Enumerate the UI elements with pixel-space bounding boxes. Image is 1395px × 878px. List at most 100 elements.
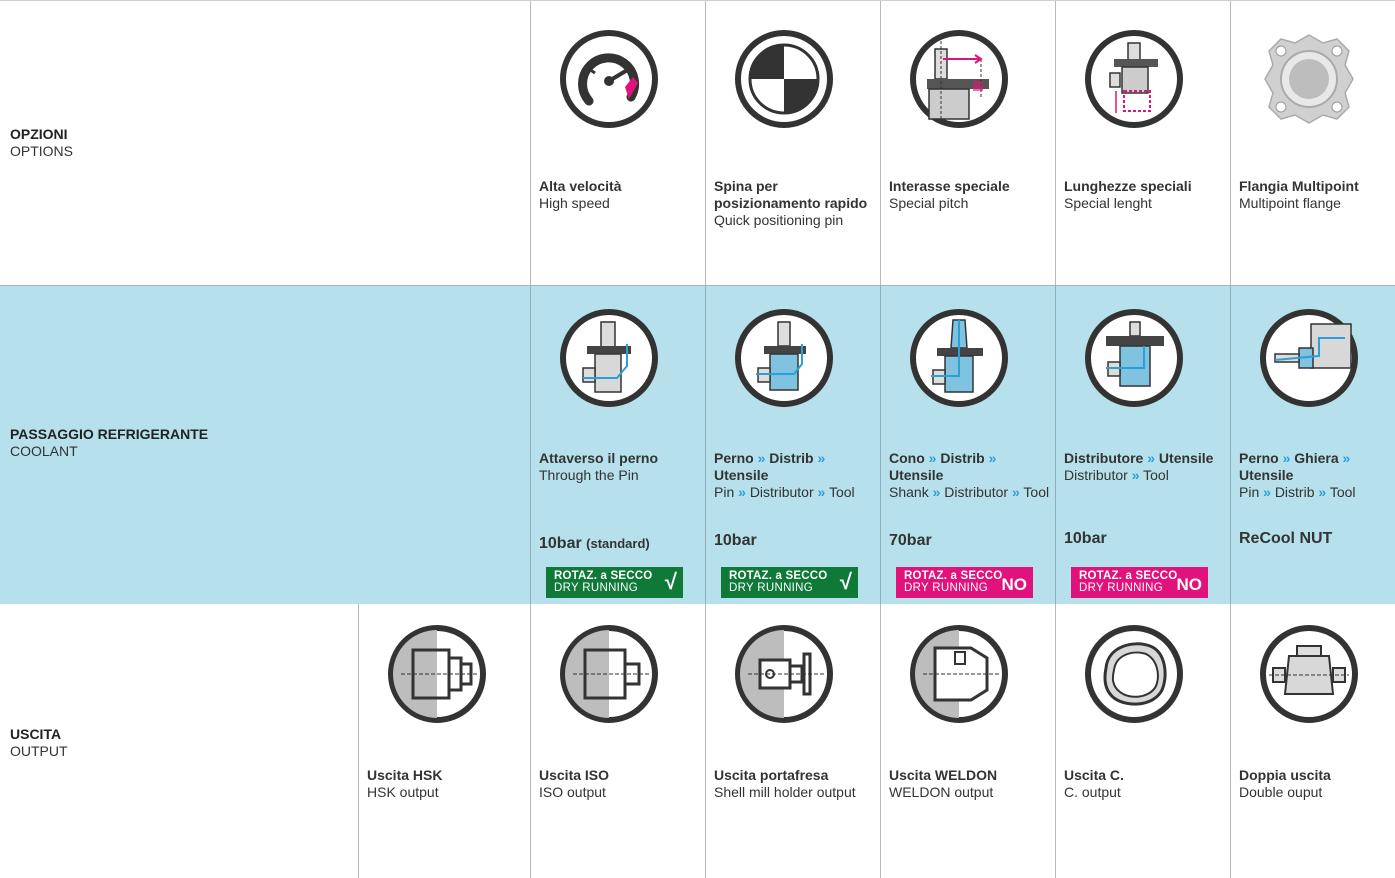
arrow-icon: » (738, 484, 746, 500)
output-c: Uscita C. C. output (1055, 604, 1229, 878)
option-special-pitch: Interasse speciale Special pitch (880, 1, 1054, 286)
badge-line1: ROTAZ. a SECCO (1079, 570, 1178, 582)
badge-line2: DRY RUNNING (904, 582, 989, 594)
option-caption: Lunghezze speciali Special lenght (1064, 178, 1226, 212)
output-caption: Uscita C. C. output (1064, 767, 1226, 801)
path-step: Tool (1023, 484, 1050, 500)
path-step: Tool (1329, 484, 1356, 500)
coolant-pressure: ReCool NUT (1239, 530, 1332, 548)
coolant-pin-distrib-tool: Perno » Distrib » Utensile Pin » Distrib… (705, 286, 879, 604)
path-step: Tool (828, 484, 855, 500)
output-label-it: Uscita C. (1064, 767, 1124, 783)
output-weldon: Uscita WELDON WELDON output (880, 604, 1054, 878)
path-step: Pin (1239, 484, 1260, 500)
path-step: Distributor (749, 484, 814, 500)
output-shell-mill: Uscita portafresa Shell mill holder outp… (705, 604, 879, 878)
checkmark-icon: √ (839, 569, 852, 594)
output-label-it: Uscita WELDON (889, 767, 998, 783)
option-label-it: Alta velocità (539, 178, 622, 194)
option-label-en: Multipoint flange (1239, 195, 1341, 211)
output-label-en: Shell mill holder output (714, 784, 856, 800)
arrow-icon: » (1263, 484, 1271, 500)
pressure-value: ReCool NUT (1239, 530, 1333, 547)
option-label-it: Spina per posizionamento rapido (714, 178, 868, 211)
coolant-row-label: PASSAGGIO REFRIGERANTE COOLANT (10, 426, 208, 460)
output-iso: Uscita ISO ISO output (530, 604, 704, 878)
coolant-title-it: PASSAGGIO REFRIGERANTE (10, 426, 209, 442)
special-pitch-icon (910, 30, 1008, 128)
output-hsk: Uscita HSK HSK output (358, 604, 532, 878)
coolant-caption: Perno » Ghiera » Utensile Pin » Distrib … (1239, 450, 1395, 501)
output-row: USCITA OUTPUT Uscita HSK HSK output Usci… (0, 604, 1395, 878)
path-step: Perno (1239, 450, 1279, 466)
options-title-en: OPTIONS (10, 143, 74, 159)
path-step: Tool (1143, 467, 1169, 483)
coolant-pressure: 10bar (1064, 530, 1107, 548)
coolant-label-en: Shank » Distributor » Tool (889, 484, 1051, 501)
coolant-pressure: 10bar (714, 532, 757, 550)
coolant-distributor-tool: Distributore » Utensile Distributor » To… (1055, 286, 1229, 604)
hsk-output-icon (388, 625, 486, 723)
coolant-caption: Perno » Distrib » Utensile Pin » Distrib… (714, 450, 876, 501)
dry-running-badge: ROTAZ. a SECCO DRY RUNNING √ (546, 567, 683, 598)
output-label-en: WELDON output (889, 784, 994, 800)
pressure-value: 10bar (714, 532, 757, 549)
output-label-it: Uscita ISO (539, 767, 610, 783)
coolant-label-en: Pin » Distrib » Tool (1239, 484, 1395, 501)
arrow-icon: » (928, 450, 937, 466)
path-step: Ghiera (1294, 450, 1339, 466)
coolant-pressure: 70bar (889, 532, 932, 550)
output-label-en: C. output (1064, 784, 1121, 800)
option-high-speed: Alta velocità High speed (530, 1, 704, 286)
badge-line2: DRY RUNNING (729, 582, 814, 594)
path-step: Shank (889, 484, 929, 500)
coolant-title-en: COOLANT (10, 443, 78, 459)
coolant-label-en: Distributor » Tool (1064, 467, 1226, 484)
coolant-through-pin: Attaverso il perno Through the Pin 10bar… (530, 286, 704, 604)
path-step: Distrib (769, 450, 814, 466)
option-label-en: High speed (539, 195, 610, 211)
output-caption: Uscita WELDON WELDON output (889, 767, 1051, 801)
pressure-note: (standard) (586, 536, 650, 551)
coolant-distributor-icon (1085, 309, 1183, 407)
path-step: Perno (714, 450, 754, 466)
dry-running-badge: ROTAZ. a SECCO DRY RUNNING √ (721, 567, 858, 598)
output-caption: Uscita HSK HSK output (367, 767, 529, 801)
output-label-en: Double ouput (1239, 784, 1323, 800)
coolant-shank-distrib-tool: Cono » Distrib » Utensile Shank » Distri… (880, 286, 1054, 604)
dry-running-badge: ROTAZ. a SECCO DRY RUNNING NO (896, 567, 1033, 598)
output-row-label: USCITA OUTPUT (10, 726, 68, 760)
no-mark: NO (1001, 575, 1028, 594)
coolant-caption: Distributore » Utensile Distributor » To… (1064, 450, 1226, 484)
path-step: Utensile (1158, 450, 1214, 466)
arrow-icon: » (932, 484, 941, 500)
path-step: Distrib (1274, 484, 1315, 500)
option-quick-positioning-pin: Spina per posizionamento rapido Quick po… (705, 1, 879, 286)
arrow-icon: » (1131, 467, 1140, 483)
arrow-icon: » (1282, 450, 1291, 466)
coolant-caption: Attaverso il perno Through the Pin (539, 450, 701, 484)
pressure-value: 10bar (539, 535, 582, 552)
badge-line1: ROTAZ. a SECCO (729, 570, 828, 582)
weldon-output-icon (910, 625, 1008, 723)
iso-output-icon (560, 625, 658, 723)
arrow-icon: » (1318, 484, 1327, 500)
output-label-it: Uscita portafresa (714, 767, 829, 783)
speedometer-icon (560, 30, 658, 128)
arrow-icon: » (1342, 450, 1351, 466)
option-label-en: Special lenght (1064, 195, 1152, 211)
arrow-icon: » (1147, 450, 1156, 466)
path-step: Distributore (1064, 450, 1144, 466)
special-length-icon (1085, 30, 1183, 128)
coolant-pressure: 10bar (standard) (539, 535, 650, 553)
output-label-en: HSK output (367, 784, 439, 800)
path-step: Distributor (944, 484, 1009, 500)
badge-line2: DRY RUNNING (1079, 582, 1164, 594)
option-label-it: Flangia Multipoint (1239, 178, 1359, 194)
badge-line1: ROTAZ. a SECCO (904, 570, 1003, 582)
arrow-icon: » (988, 450, 997, 466)
coolant-pin-nut-tool: Perno » Ghiera » Utensile Pin » Distrib … (1230, 286, 1395, 604)
arrow-icon: » (1011, 484, 1020, 500)
output-caption: Uscita ISO ISO output (539, 767, 701, 801)
arrow-icon: » (817, 484, 826, 500)
